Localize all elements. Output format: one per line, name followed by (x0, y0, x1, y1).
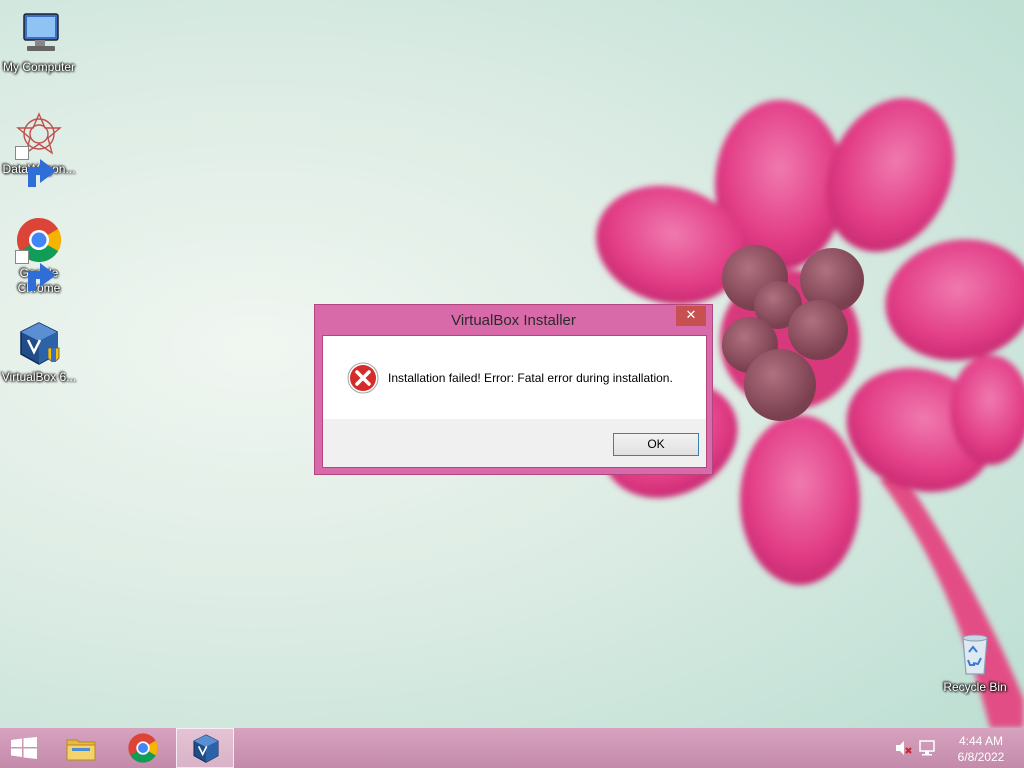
dialog-title: VirtualBox Installer (451, 312, 576, 329)
error-message: Installation failed! Error: Fatal error … (388, 371, 673, 385)
taskbar-file-explorer[interactable] (52, 728, 110, 768)
desktop-icon-label: VirtualBox 6... (1, 370, 77, 384)
dialog-footer: OK (323, 419, 706, 467)
desktop-icon-label: My Computer (2, 60, 76, 74)
desktop-icon-google-chrome[interactable]: Google Chrome (0, 216, 79, 296)
start-button[interactable] (0, 728, 58, 768)
close-button[interactable]: ✕ (676, 306, 706, 326)
shortcut-arrow-icon (15, 250, 56, 291)
dialog-content: Installation failed! Error: Fatal error … (322, 335, 707, 468)
clock-date: 6/8/2022 (957, 750, 1005, 764)
windows-start-icon (11, 737, 37, 759)
ok-button[interactable]: OK (613, 433, 699, 456)
volume-muted-icon[interactable] (894, 739, 912, 757)
desktop-icon-label: Recycle Bin (943, 680, 1007, 694)
datawagon-icon (15, 112, 63, 187)
clock-time: 4:44 AM (958, 734, 1004, 748)
shortcut-arrow-icon (15, 146, 56, 187)
system-tray: 4:44 AM 6/8/2022 (884, 728, 1024, 768)
taskbar-chrome[interactable] (114, 728, 172, 768)
file-explorer-icon (66, 739, 96, 761)
desktop-icon-datawagon[interactable]: DataWagon... (0, 112, 79, 187)
taskbar: 4:44 AM 6/8/2022 (0, 728, 1024, 768)
virtualbox-icon (15, 320, 63, 368)
recycle-bin-icon (951, 630, 999, 678)
virtualbox-icon (193, 734, 219, 763)
clock[interactable]: 4:44 AM 6/8/2022 (944, 733, 1018, 765)
chrome-icon (128, 733, 158, 763)
error-icon (347, 362, 379, 394)
error-dialog: VirtualBox Installer ✕ Installation fail… (314, 304, 713, 475)
desktop-icon-virtualbox[interactable]: VirtualBox 6... (0, 320, 79, 385)
network-icon[interactable] (918, 739, 936, 757)
computer-icon (15, 10, 63, 58)
chrome-icon (15, 216, 63, 291)
desktop-icon-my-computer[interactable]: My Computer (0, 10, 79, 75)
taskbar-virtualbox[interactable] (176, 728, 234, 768)
dialog-body: Installation failed! Error: Fatal error … (323, 336, 706, 419)
desktop-icon-recycle-bin[interactable]: Recycle Bin (935, 630, 1015, 695)
